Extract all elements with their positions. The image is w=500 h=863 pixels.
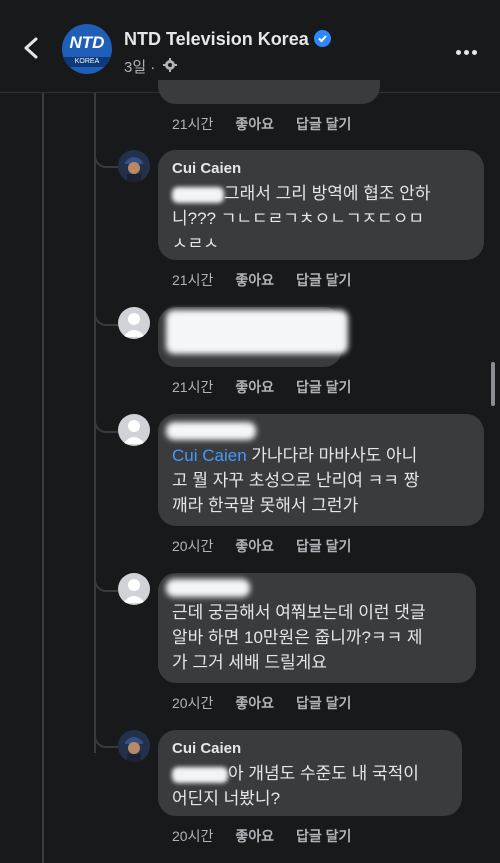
- reply-button[interactable]: 답글 달기: [296, 695, 351, 711]
- comment-actions: 21시간 좋아요 답글 달기: [172, 377, 373, 397]
- audience-gear-icon: [163, 58, 177, 72]
- scrollbar[interactable]: [491, 362, 495, 406]
- page-avatar[interactable]: NTD KOREA: [62, 24, 112, 74]
- thread-connector: [94, 722, 118, 748]
- like-button[interactable]: 좋아요: [235, 116, 274, 132]
- comment-actions: 20시간 좋아요 답글 달기: [172, 693, 373, 713]
- comment-text: 그래서 그리 방역에 협조 안하니??? ㄱㄴㄷㄹㄱㅊㅇㄴㄱㅈㄷㅇㅁ ㅅㄹㅅ: [172, 181, 477, 256]
- like-button[interactable]: 좋아요: [235, 272, 274, 288]
- comment-time: 20시간: [172, 695, 214, 711]
- comment-line: 가 그거 세배 드릴게요: [172, 653, 327, 672]
- comment-author[interactable]: Cui Caien: [172, 160, 241, 177]
- avatar[interactable]: [118, 414, 150, 446]
- reply-button[interactable]: 답글 달기: [296, 116, 351, 132]
- logo-text: NTD: [69, 33, 105, 52]
- comment-actions: 21시간 좋아요 답글 달기: [172, 270, 373, 290]
- comment-line: 아 개념도 수준도 내 국적이: [228, 764, 419, 783]
- avatar[interactable]: [118, 307, 150, 339]
- comment-time: 20시간: [172, 538, 214, 554]
- reply-button[interactable]: 답글 달기: [296, 538, 351, 554]
- like-button[interactable]: 좋아요: [235, 538, 274, 554]
- comment-text: 근데 궁금해서 여쭤보는데 이런 댓글알바 하면 10만원은 줍니까?ㅋㅋ 제가…: [172, 600, 477, 675]
- comment-actions: 21시간 좋아요 답글 달기: [172, 114, 373, 134]
- thread-connector: [94, 407, 118, 433]
- thread-connector: [94, 300, 118, 326]
- thread-line: [42, 93, 44, 863]
- thread-connector: [94, 142, 118, 168]
- avatar[interactable]: [118, 573, 150, 605]
- comment-line: 고 뭘 자꾸 초성으로 난리여 ㅋㅋ 짱: [172, 471, 420, 490]
- comment-bubble: [158, 80, 380, 104]
- avatar[interactable]: [118, 150, 150, 182]
- comment-line: ㅅㄹㅅ: [172, 234, 219, 253]
- comment-line: 알바 하면 10만원은 줍니까?ㅋㅋ 제: [172, 628, 423, 647]
- page-title[interactable]: NTD Television Korea: [124, 29, 331, 50]
- comment-line: 가나다라 마바사도 아니: [246, 446, 418, 465]
- redacted-name: [166, 579, 250, 597]
- comment-time: 21시간: [172, 379, 214, 395]
- like-button[interactable]: 좋아요: [235, 695, 274, 711]
- like-button[interactable]: 좋아요: [235, 379, 274, 395]
- comment-line: 그래서 그리 방역에 협조 안하: [224, 184, 431, 203]
- logo-sub: KOREA: [62, 57, 112, 67]
- comment-line: 근데 궁금해서 여쭤보는데 이런 댓글: [172, 603, 426, 622]
- back-arrow-icon[interactable]: [18, 34, 46, 62]
- page-name[interactable]: NTD Television Korea: [124, 29, 309, 49]
- comment-line: 니??? ㄱㄴㄷㄹㄱㅊㅇㄴㄱㅈㄷㅇㅁ: [172, 209, 425, 228]
- comment-actions: 20시간 좋아요 답글 달기: [172, 536, 373, 556]
- comment-actions: 20시간 좋아요 답글 달기: [172, 826, 373, 846]
- comment-time: 21시간: [172, 116, 214, 132]
- redacted-name: [172, 186, 224, 203]
- comment-time: 20시간: [172, 828, 214, 844]
- redacted-name: [172, 766, 228, 783]
- verified-icon: [313, 30, 331, 47]
- redacted-text: [166, 310, 348, 354]
- comment-time: 21시간: [172, 272, 214, 288]
- comment-author[interactable]: Cui Caien: [172, 740, 241, 757]
- reply-button[interactable]: 답글 달기: [296, 272, 351, 288]
- comment-line: 깨라 한국말 못해서 그런가: [172, 496, 359, 515]
- reply-button[interactable]: 답글 달기: [296, 379, 351, 395]
- comment-text: Cui Caien 가나다라 마바사도 아니고 뭘 자꾸 초성으로 난리여 ㅋㅋ…: [172, 443, 477, 518]
- post-time: 3일 ·: [124, 59, 156, 76]
- more-icon[interactable]: [456, 42, 480, 55]
- mention-link[interactable]: Cui Caien: [172, 446, 247, 465]
- avatar[interactable]: [118, 730, 150, 762]
- like-button[interactable]: 좋아요: [235, 828, 274, 844]
- redacted-name: [166, 422, 256, 440]
- comment-line: 어딘지 너봤니?: [172, 789, 281, 808]
- reply-button[interactable]: 답글 달기: [296, 828, 351, 844]
- comment-text: 아 개념도 수준도 내 국적이어딘지 너봤니?: [172, 761, 457, 811]
- thread-connector: [94, 566, 118, 592]
